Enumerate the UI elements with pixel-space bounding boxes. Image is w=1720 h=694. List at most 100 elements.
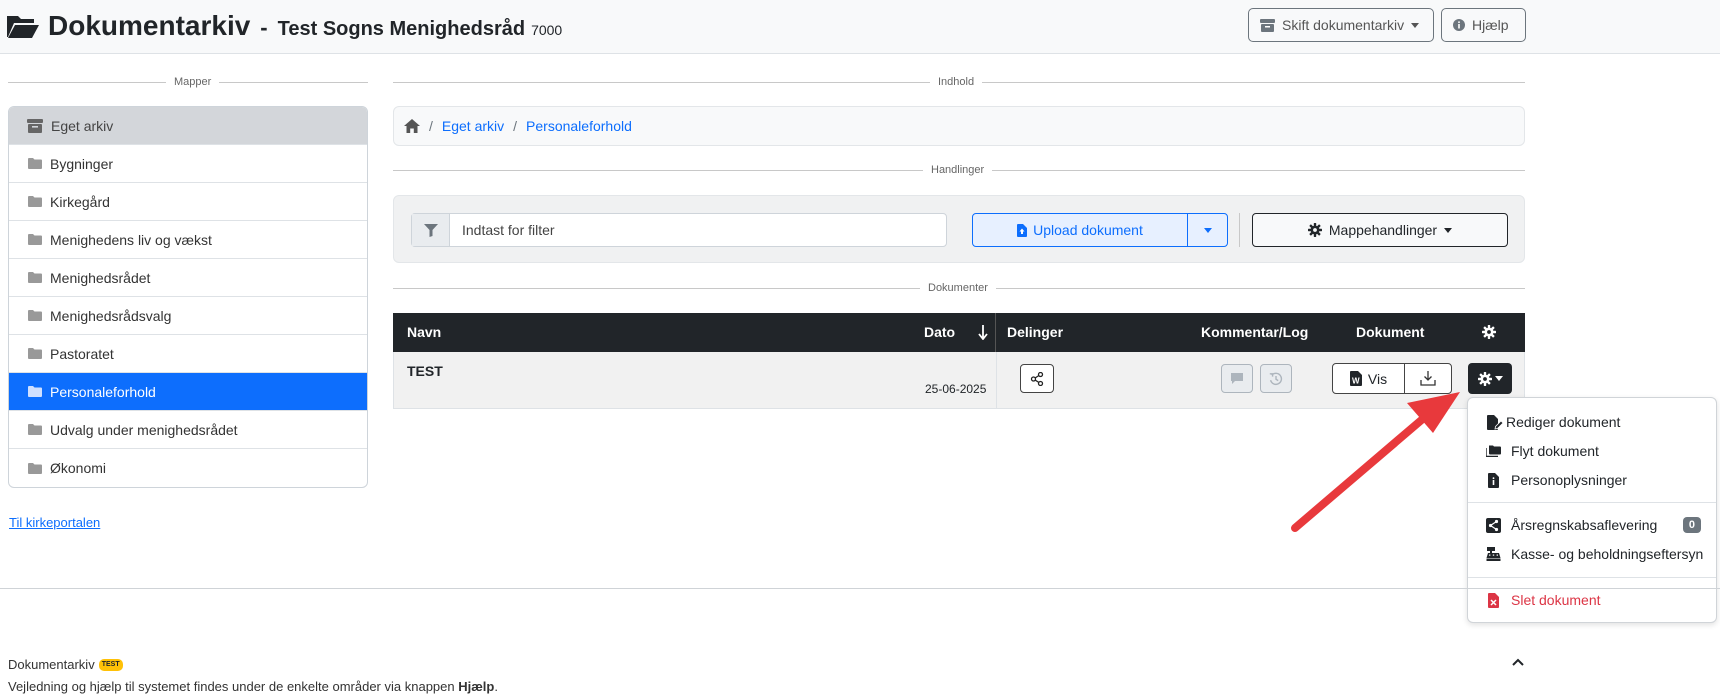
folder-label: Eget arkiv	[51, 117, 114, 134]
folder-item-kirkegard[interactable]: Kirkegård	[9, 183, 367, 221]
folder-actions-label: Mappehandlinger	[1328, 222, 1438, 238]
breadcrumb-item-personaleforhold[interactable]: Personaleforhold	[526, 118, 632, 134]
footer-help-text: Vejledning og hjælp til systemet findes …	[8, 679, 498, 694]
menu-item-label: Rediger dokument	[1506, 414, 1621, 430]
file-info-icon	[1488, 472, 1499, 488]
folders-icon	[1486, 445, 1501, 457]
breadcrumb-separator: /	[429, 118, 433, 134]
folder-label: Kirkegård	[50, 193, 110, 210]
menu-item-annual-accounts-submission[interactable]: Årsregnskabsaflevering 0	[1468, 512, 1718, 538]
folder-item-menighedsradet[interactable]: Menighedsrådet	[9, 259, 367, 297]
switch-archive-button[interactable]: Skift dokumentarkiv	[1248, 8, 1434, 42]
switch-archive-label: Skift dokumentarkiv	[1282, 17, 1405, 33]
filter-addon	[412, 214, 450, 246]
sort-down-icon[interactable]	[978, 325, 988, 340]
column-header-name[interactable]: Navn	[407, 313, 441, 352]
folder-item-pastoratet[interactable]: Pastoratet	[9, 335, 367, 373]
menu-item-move-document[interactable]: Flyt dokument	[1468, 438, 1718, 464]
folder-icon	[28, 348, 42, 359]
folder-icon	[28, 386, 42, 397]
folder-icon	[28, 158, 42, 169]
share-button[interactable]	[1020, 364, 1054, 393]
menu-item-cash-inspection[interactable]: Kasse- og beholdningseftersyn	[1468, 541, 1718, 567]
folder-label: Udvalg under menighedsrådet	[50, 421, 238, 438]
open-folder-icon	[7, 16, 39, 38]
share-icon	[1486, 517, 1501, 533]
folder-item-menighedsradsvalg[interactable]: Menighedsrådsvalg	[9, 297, 367, 335]
folder-item-udvalg[interactable]: Udvalg under menighedsrådet	[9, 411, 367, 449]
folder-root-own-archive[interactable]: Eget arkiv	[9, 107, 367, 145]
filter-input[interactable]	[450, 214, 946, 246]
folder-icon	[28, 310, 42, 321]
history-icon	[1269, 372, 1283, 385]
content-section-label: Indhold	[930, 75, 983, 89]
menu-item-person-info[interactable]: Personoplysninger	[1468, 467, 1718, 493]
folder-label: Menighedens liv og vækst	[50, 231, 212, 248]
folder-label: Bygninger	[50, 155, 114, 172]
chevron-down-icon	[1444, 227, 1453, 233]
share-nodes-icon	[1030, 371, 1044, 386]
chevron-down-icon	[1411, 22, 1420, 28]
top-bar: Dokumentarkiv - Test Sogns Menighedsråd …	[0, 0, 1720, 54]
folders-section-label: Mapper	[166, 75, 220, 89]
comment-button[interactable]	[1221, 364, 1253, 393]
help-button[interactable]: Hjælp	[1441, 8, 1526, 42]
folder-item-menighedens-liv[interactable]: Menighedens liv og vækst	[9, 221, 367, 259]
church-portal-link[interactable]: Til kirkeportalen	[9, 515, 100, 530]
actions-panel: Upload dokument Mappehandlinger	[393, 195, 1525, 263]
folder-actions-button[interactable]: Mappehandlinger	[1252, 213, 1508, 247]
file-edit-icon	[1487, 414, 1503, 430]
title-separator: -	[260, 15, 268, 40]
upload-dropdown-toggle[interactable]	[1188, 214, 1227, 246]
filter-group	[411, 213, 947, 247]
upload-document-button[interactable]: Upload dokument	[973, 214, 1188, 246]
folder-item-personaleforhold[interactable]: Personaleforhold	[9, 373, 367, 411]
column-header-shares: Delinger	[1007, 324, 1064, 340]
menu-item-delete-document[interactable]: Slet dokument	[1468, 587, 1718, 613]
folder-label: Pastoratet	[50, 345, 114, 362]
chevron-down-icon	[1494, 376, 1503, 381]
file-upload-icon	[1017, 223, 1028, 237]
menu-divider	[1468, 502, 1716, 503]
filter-icon	[423, 223, 438, 237]
upload-document-label: Upload dokument	[1033, 222, 1143, 238]
chevron-up-icon[interactable]	[1510, 656, 1526, 668]
breadcrumb-separator: /	[513, 118, 518, 134]
organization-name: Test Sogns Menighedsråd	[277, 18, 526, 40]
folder-list: Eget arkiv Bygninger Kirkegård Menighede…	[8, 106, 368, 488]
column-divider	[996, 352, 997, 408]
menu-item-label: Flyt dokument	[1511, 443, 1599, 459]
document-actions-button[interactable]	[1468, 363, 1512, 394]
breadcrumb-item-own-archive[interactable]: Eget arkiv	[442, 118, 504, 134]
menu-item-label: Årsregnskabsaflevering	[1511, 517, 1658, 533]
menu-item-label: Slet dokument	[1511, 592, 1601, 608]
annotation-arrow	[1291, 392, 1460, 532]
footer-help-bold: Hjælp	[458, 679, 495, 694]
comment-icon	[1231, 373, 1243, 384]
menu-item-edit-document[interactable]: Rediger dokument	[1468, 409, 1718, 435]
folder-icon	[28, 234, 42, 245]
folder-icon	[28, 424, 42, 435]
folder-icon	[28, 272, 42, 283]
documents-section-label: Dokumenter	[920, 281, 996, 295]
actions-section-header: Handlinger	[393, 163, 1525, 177]
folder-label: Menighedsrådet	[50, 269, 151, 286]
column-header-comment-log: Kommentar/Log	[1201, 324, 1309, 340]
footer-help-prefix: Vejledning og hjælp til systemet findes …	[8, 679, 455, 694]
folder-item-bygninger[interactable]: Bygninger	[9, 145, 367, 183]
chevron-down-icon	[1203, 227, 1212, 233]
document-actions-menu: Rediger dokument Flyt dokument Personopl…	[1467, 397, 1717, 623]
folder-item-okonomi[interactable]: Økonomi	[9, 449, 367, 487]
footer-help-suffix: .	[494, 679, 498, 694]
gear-icon	[1477, 371, 1492, 386]
folder-label: Økonomi	[50, 460, 107, 476]
app-title: Dokumentarkiv	[48, 10, 251, 41]
folder-icon	[28, 196, 42, 207]
home-icon[interactable]	[404, 119, 420, 133]
column-header-date[interactable]: Dato	[924, 313, 955, 352]
documents-section-header: Dokumenter	[393, 281, 1525, 295]
cash-register-icon	[1486, 547, 1501, 561]
word-file-icon: W	[1349, 371, 1362, 386]
folder-icon	[28, 462, 42, 474]
menu-item-label: Personoplysninger	[1511, 472, 1627, 488]
